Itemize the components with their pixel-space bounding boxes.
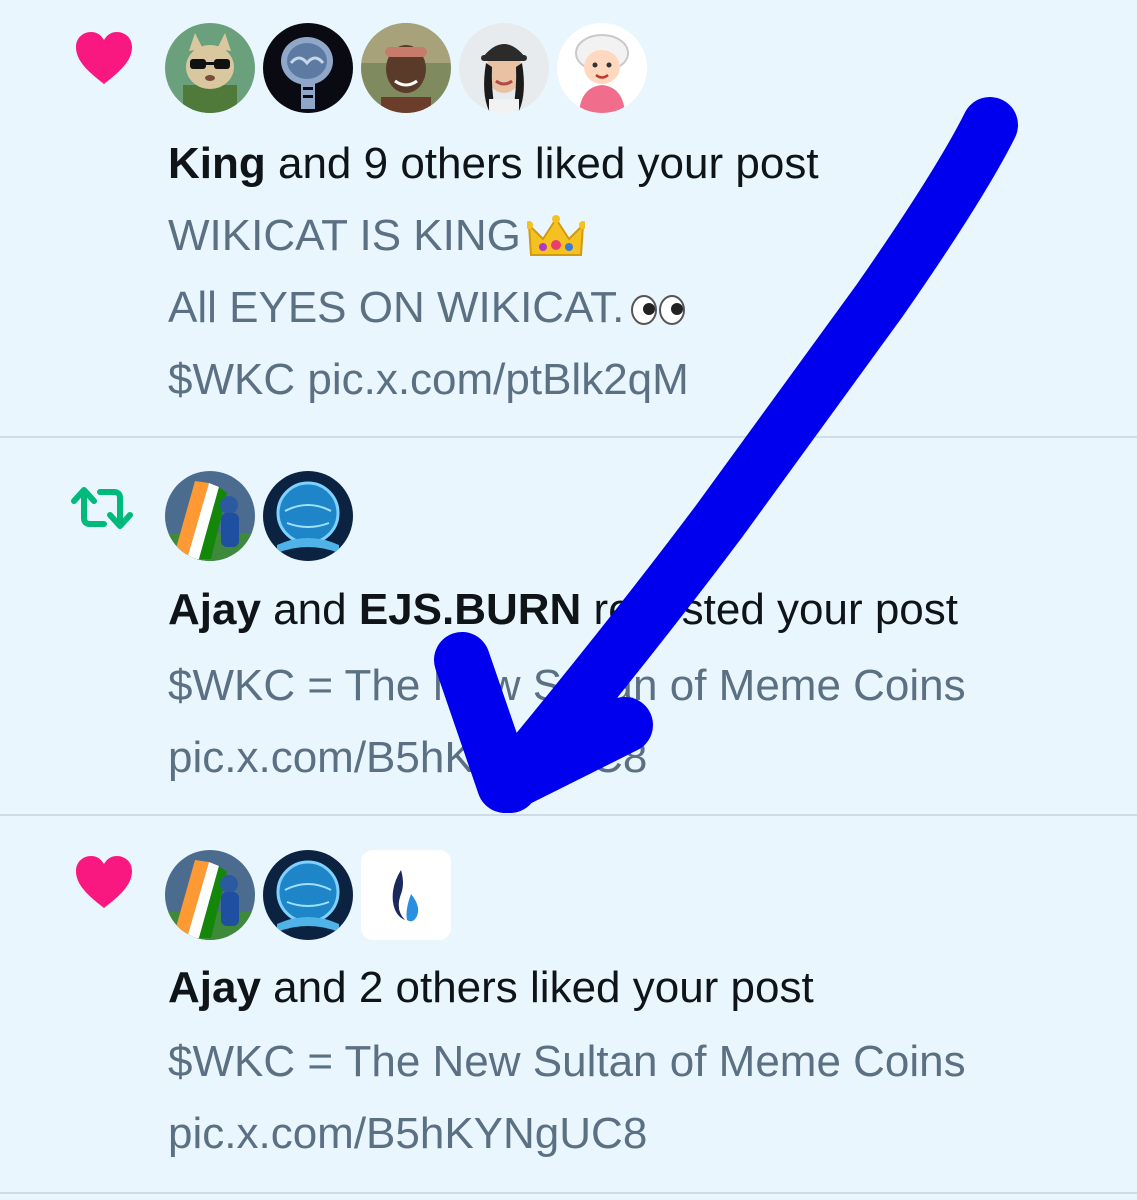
avatar-row: [165, 471, 353, 561]
avatar[interactable]: [557, 23, 647, 113]
avatar[interactable]: [165, 23, 255, 113]
avatar-row: [165, 23, 647, 113]
avatar-row: [165, 850, 451, 940]
cricket-flag-avatar: [165, 850, 255, 940]
crown-emoji: [526, 215, 585, 257]
actor-name-2[interactable]: EJS.BURN: [359, 585, 582, 634]
avatar[interactable]: [263, 850, 353, 940]
avatar[interactable]: [263, 471, 353, 561]
post-line: $WKC = The New Sultan of Meme Coins: [168, 1037, 966, 1086]
notification-headline: King and 9 others liked your post: [168, 138, 819, 190]
notification-headline: Ajay and 2 others liked your post: [168, 962, 814, 1014]
action-text: reposted your post: [581, 585, 958, 634]
post-preview[interactable]: $WKC = The New Sultan of Meme Coins pic.…: [168, 650, 966, 794]
grandma-cartoon-avatar: [557, 23, 647, 113]
cricket-flag-avatar: [165, 471, 255, 561]
action-text: and 9 others liked your post: [265, 139, 819, 188]
actor-name[interactable]: Ajay: [168, 963, 261, 1012]
post-line: WIKICAT IS KING: [168, 200, 689, 272]
post-preview[interactable]: WIKICAT IS KING All EYES ON WIKICAT. $WK…: [168, 200, 689, 416]
avatar[interactable]: [361, 23, 451, 113]
skull-xray-avatar: [263, 23, 353, 113]
actor-name[interactable]: Ajay: [168, 585, 261, 634]
cat-with-sunglasses-avatar: [165, 23, 255, 113]
notification-headline: Ajay and EJS.BURN reposted your post: [168, 585, 958, 634]
heart-icon: [76, 32, 132, 84]
post-line: pic.x.com/B5hKYNgUC8: [168, 733, 648, 782]
action-text: and 2 others liked your post: [260, 963, 814, 1012]
post-line: $WKC pic.x.com/ptBlk2qM: [168, 355, 689, 404]
eyes-emoji: [631, 295, 686, 326]
avatar[interactable]: [459, 23, 549, 113]
post-line: All EYES ON WIKICAT.: [168, 272, 689, 344]
blue-flame-logo-avatar: [361, 850, 451, 940]
avatar[interactable]: [165, 850, 255, 940]
post-line: $WKC = The New Sultan of Meme Coins: [168, 661, 966, 710]
avatar[interactable]: [263, 23, 353, 113]
repost-icon: [71, 487, 133, 529]
avatar[interactable]: [165, 471, 255, 561]
avatar[interactable]: [361, 850, 451, 940]
blue-globe-avatar: [263, 471, 353, 561]
blue-globe-avatar: [263, 850, 353, 940]
woman-cap-avatar: [459, 23, 549, 113]
notification-like-king[interactable]: King and 9 others liked your post WIKICA…: [0, 0, 1137, 438]
actor-name[interactable]: King: [168, 139, 266, 188]
heart-icon: [76, 856, 132, 908]
post-preview[interactable]: $WKC = The New Sultan of Meme Coins pic.…: [168, 1026, 966, 1170]
woman-headband-avatar: [361, 23, 451, 113]
notification-repost-ajay[interactable]: Ajay and EJS.BURN reposted your post $WK…: [0, 438, 1137, 816]
post-line: pic.x.com/B5hKYNgUC8: [168, 1109, 648, 1158]
notification-like-ajay[interactable]: Ajay and 2 others liked your post $WKC =…: [0, 816, 1137, 1194]
